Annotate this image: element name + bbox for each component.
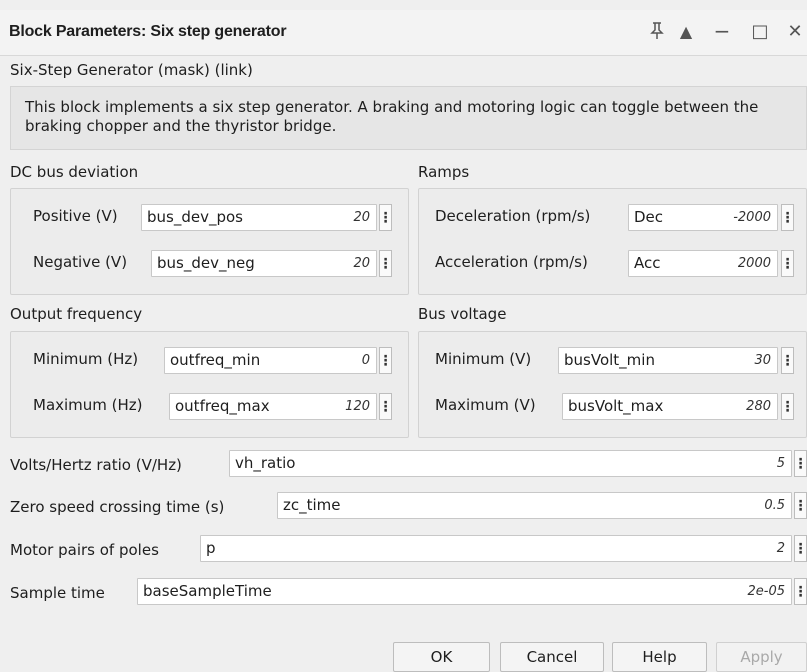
field-expression: outfreq_min — [170, 351, 261, 369]
cancel-button[interactable]: Cancel — [500, 642, 604, 672]
param-label-min-frequency: Minimum (Hz) — [33, 350, 139, 368]
group-dc-bus-deviation: Positive (V) bus_dev_pos 20 ⋮ Negative (… — [10, 188, 409, 295]
description-box: This block implements a six step generat… — [10, 86, 807, 150]
field-value: 2000 — [737, 256, 771, 271]
group-bus-voltage: Minimum (V) busVolt_min 30 ⋮ Maximum (V)… — [418, 331, 807, 438]
field-expression: vh_ratio — [235, 454, 296, 472]
vh-ratio-field[interactable]: vh_ratio 5 — [229, 450, 792, 477]
field-expression: busVolt_max — [568, 397, 664, 415]
maximize-icon[interactable]: □ — [745, 16, 775, 46]
group-label-output-frequency: Output frequency — [10, 305, 143, 323]
more-options-icon[interactable]: ⋮ — [781, 393, 795, 420]
param-label-deceleration: Deceleration (rpm/s) — [435, 207, 591, 225]
collapse-icon[interactable]: ▲ — [671, 16, 701, 46]
param-label-vh-ratio: Volts/Hertz ratio (V/Hz) — [10, 456, 182, 474]
more-options-icon[interactable]: ⋮ — [794, 578, 807, 605]
positive-voltage-field[interactable]: bus_dev_pos 20 — [141, 204, 377, 231]
field-value: 20 — [353, 256, 370, 271]
min-frequency-field[interactable]: outfreq_min 0 — [164, 347, 377, 374]
field-value: 2 — [776, 541, 785, 556]
apply-button[interactable]: Apply — [716, 642, 807, 672]
param-label-positive: Positive (V) — [33, 207, 118, 225]
field-value: 280 — [746, 399, 771, 414]
group-label-dc-bus-deviation: DC bus deviation — [10, 163, 139, 181]
block-parameters-dialog: Block Parameters: Six step generator ▲ −… — [0, 0, 807, 672]
max-bus-voltage-field[interactable]: busVolt_max 280 — [562, 393, 778, 420]
more-options-icon[interactable]: ⋮ — [781, 347, 795, 374]
param-label-sample-time: Sample time — [10, 584, 105, 602]
field-value: 30 — [754, 353, 771, 368]
zc-time-field[interactable]: zc_time 0.5 — [277, 492, 792, 519]
field-expression: p — [206, 539, 216, 557]
param-label-max-frequency: Maximum (Hz) — [33, 396, 143, 414]
pin-icon[interactable] — [642, 16, 672, 46]
field-value: 2e-05 — [747, 584, 785, 599]
ok-button[interactable]: OK — [393, 642, 490, 672]
param-label-zc-time: Zero speed crossing time (s) — [10, 498, 225, 516]
negative-voltage-field[interactable]: bus_dev_neg 20 — [151, 250, 377, 277]
deceleration-field[interactable]: Dec -2000 — [628, 204, 778, 231]
field-value: 120 — [345, 399, 370, 414]
min-bus-voltage-field[interactable]: busVolt_min 30 — [558, 347, 778, 374]
more-options-icon[interactable]: ⋮ — [379, 250, 393, 277]
more-options-icon[interactable]: ⋮ — [781, 250, 795, 277]
group-output-frequency: Minimum (Hz) outfreq_min 0 ⋮ Maximum (Hz… — [10, 331, 409, 438]
field-expression: busVolt_min — [564, 351, 655, 369]
acceleration-field[interactable]: Acc 2000 — [628, 250, 778, 277]
param-label-acceleration: Acceleration (rpm/s) — [435, 253, 588, 271]
more-options-icon[interactable]: ⋮ — [794, 450, 807, 477]
description-text: This block implements a six step generat… — [25, 98, 759, 135]
field-value: 0 — [361, 353, 370, 368]
field-expression: bus_dev_pos — [147, 208, 243, 226]
group-label-bus-voltage: Bus voltage — [418, 305, 507, 323]
mask-heading: Six-Step Generator (mask) (link) — [10, 61, 253, 79]
field-value: 20 — [353, 210, 370, 225]
field-value: -2000 — [733, 210, 771, 225]
group-label-ramps: Ramps — [418, 163, 470, 181]
param-label-max-voltage: Maximum (V) — [435, 396, 536, 414]
minimize-icon[interactable]: − — [707, 16, 737, 46]
field-expression: zc_time — [283, 496, 341, 514]
field-expression: baseSampleTime — [143, 582, 272, 600]
more-options-icon[interactable]: ⋮ — [379, 204, 393, 231]
more-options-icon[interactable]: ⋮ — [794, 535, 807, 562]
field-expression: outfreq_max — [175, 397, 270, 415]
sample-time-field[interactable]: baseSampleTime 2e-05 — [137, 578, 792, 605]
window-title: Block Parameters: Six step generator — [9, 23, 287, 40]
more-options-icon[interactable]: ⋮ — [379, 347, 393, 374]
help-button[interactable]: Help — [612, 642, 707, 672]
more-options-icon[interactable]: ⋮ — [379, 393, 393, 420]
more-options-icon[interactable]: ⋮ — [781, 204, 795, 231]
param-label-pole-pairs: Motor pairs of poles — [10, 541, 159, 559]
param-label-negative: Negative (V) — [33, 253, 128, 271]
max-frequency-field[interactable]: outfreq_max 120 — [169, 393, 377, 420]
close-icon[interactable]: ✕ — [780, 16, 807, 46]
field-value: 0.5 — [764, 498, 785, 513]
field-expression: Dec — [634, 208, 664, 226]
title-bar[interactable]: Block Parameters: Six step generator ▲ −… — [0, 10, 807, 56]
more-options-icon[interactable]: ⋮ — [794, 492, 807, 519]
field-expression: Acc — [634, 254, 661, 272]
group-ramps: Deceleration (rpm/s) Dec -2000 ⋮ Acceler… — [418, 188, 807, 295]
param-label-min-voltage: Minimum (V) — [435, 350, 532, 368]
pole-pairs-field[interactable]: p 2 — [200, 535, 792, 562]
field-expression: bus_dev_neg — [157, 254, 255, 272]
field-value: 5 — [776, 456, 785, 471]
